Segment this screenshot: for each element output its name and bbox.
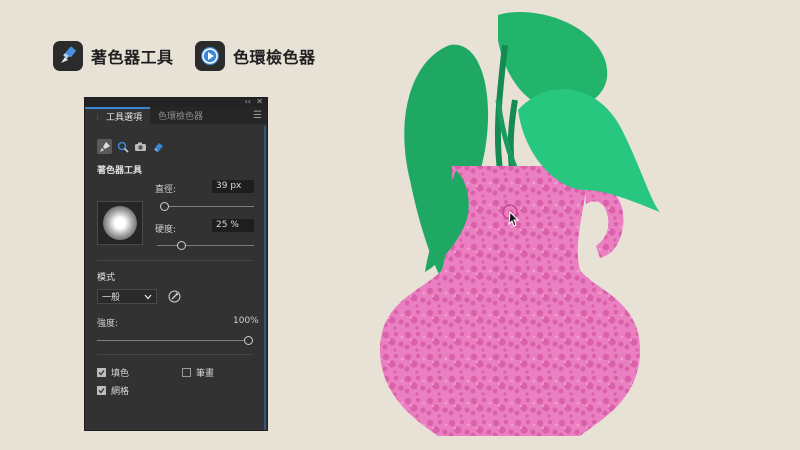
strength-slider-track[interactable] <box>97 340 248 341</box>
stroke-checkbox-label: 筆畫 <box>196 369 215 379</box>
divider <box>97 354 254 355</box>
fill-checkbox-label: 填色 <box>111 369 130 379</box>
diameter-input[interactable]: 39 px <box>212 180 254 193</box>
diameter-label: 直徑: <box>155 185 177 195</box>
panel-edge-highlight <box>264 126 266 430</box>
mesh-checkbox-row[interactable]: 網格 <box>97 384 129 397</box>
brush-icon <box>53 41 83 71</box>
vase-artwork-canvas[interactable] <box>360 0 800 450</box>
magnifier-icon <box>117 141 129 153</box>
brush-tip-preview <box>103 206 137 240</box>
brush-tool-button[interactable] <box>97 139 112 154</box>
panel-menu-icon[interactable]: ☰ <box>253 110 262 121</box>
legend-label: 著色器工具 <box>91 48 174 67</box>
close-panel-button[interactable]: ✕ <box>256 97 263 106</box>
fill-checkbox-row[interactable]: 填色 <box>97 366 129 379</box>
camera-tool-button[interactable] <box>133 139 148 154</box>
legend-color-wheel-picker: 色環檢色器 <box>195 41 316 71</box>
diameter-slider-thumb[interactable] <box>160 202 169 211</box>
mesh-checkbox[interactable] <box>97 386 106 395</box>
vase-handle <box>585 187 624 258</box>
hardness-slider-track[interactable] <box>157 245 254 246</box>
legend-label: 色環檢色器 <box>233 48 316 67</box>
legend-shaper-tool: 著色器工具 <box>53 41 174 71</box>
strength-label: 強度: <box>97 319 119 329</box>
stroke-checkbox-row[interactable]: 筆畫 <box>182 366 214 379</box>
collapse-panel-button[interactable]: ‹‹ <box>245 97 251 106</box>
eraser-tool-button[interactable] <box>151 139 166 154</box>
tab-label: 工具選項 <box>106 113 143 123</box>
section-title: 著色器工具 <box>97 166 143 176</box>
eraser-icon <box>154 142 163 152</box>
camera-icon <box>135 142 146 151</box>
divider <box>97 260 254 261</box>
stroke-checkbox[interactable] <box>182 368 191 377</box>
fill-checkbox[interactable] <box>97 368 106 377</box>
strength-slider-thumb[interactable] <box>244 336 253 345</box>
tab-tool-options[interactable]: ⋮ 工具選項 <box>85 107 151 124</box>
tab-label: 色環檢色器 <box>158 112 204 122</box>
tab-color-wheel-picker[interactable]: 色環檢色器 <box>150 107 211 124</box>
mode-select[interactable]: 一般 <box>97 289 157 304</box>
mode-select-value: 一般 <box>102 293 121 303</box>
play-circle-icon <box>195 41 225 71</box>
checkmark-icon <box>98 388 105 394</box>
chevron-down-icon <box>144 294 152 299</box>
magnifier-tool-button[interactable] <box>115 139 130 154</box>
panel-tabs: ⋮ 工具選項 色環檢色器 ☰ <box>85 107 267 124</box>
mesh-checkbox-label: 網格 <box>111 387 130 397</box>
grip-icon: ⋮ <box>94 112 101 121</box>
brush-icon <box>99 141 110 152</box>
tool-selector-row <box>97 139 166 154</box>
checkmark-icon <box>98 370 105 376</box>
strength-value: 100% <box>233 316 259 326</box>
pen-pressure-icon <box>168 290 181 303</box>
pressure-toggle-button[interactable] <box>167 289 182 304</box>
panel-title-bar[interactable]: ‹‹ ✕ <box>85 97 267 107</box>
mode-label: 模式 <box>97 273 116 283</box>
diameter-slider-track[interactable] <box>164 206 254 207</box>
hardness-input[interactable]: 25 % <box>212 219 254 232</box>
brush-cursor-icon <box>508 210 520 227</box>
hardness-label: 硬度: <box>155 225 177 235</box>
brush-preview <box>97 201 143 245</box>
